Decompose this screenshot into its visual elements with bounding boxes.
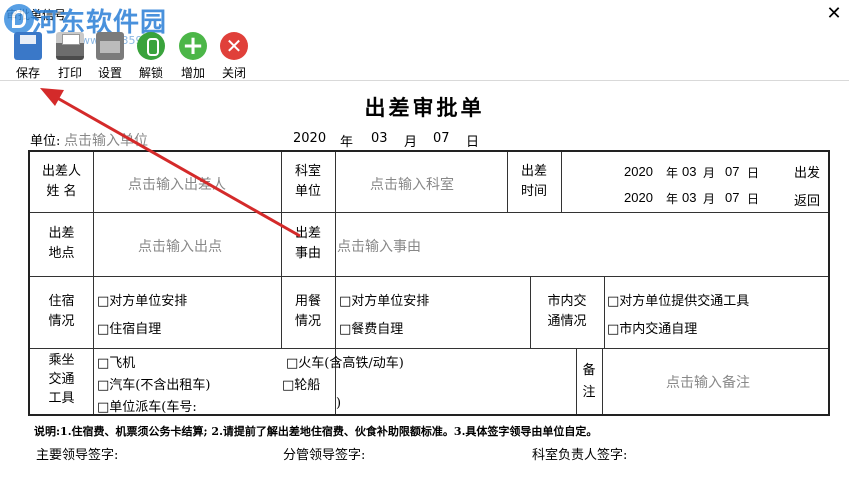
annotation-arrow	[40, 88, 301, 238]
arrow-shaft	[51, 93, 301, 238]
arrow-head-icon	[40, 88, 64, 106]
